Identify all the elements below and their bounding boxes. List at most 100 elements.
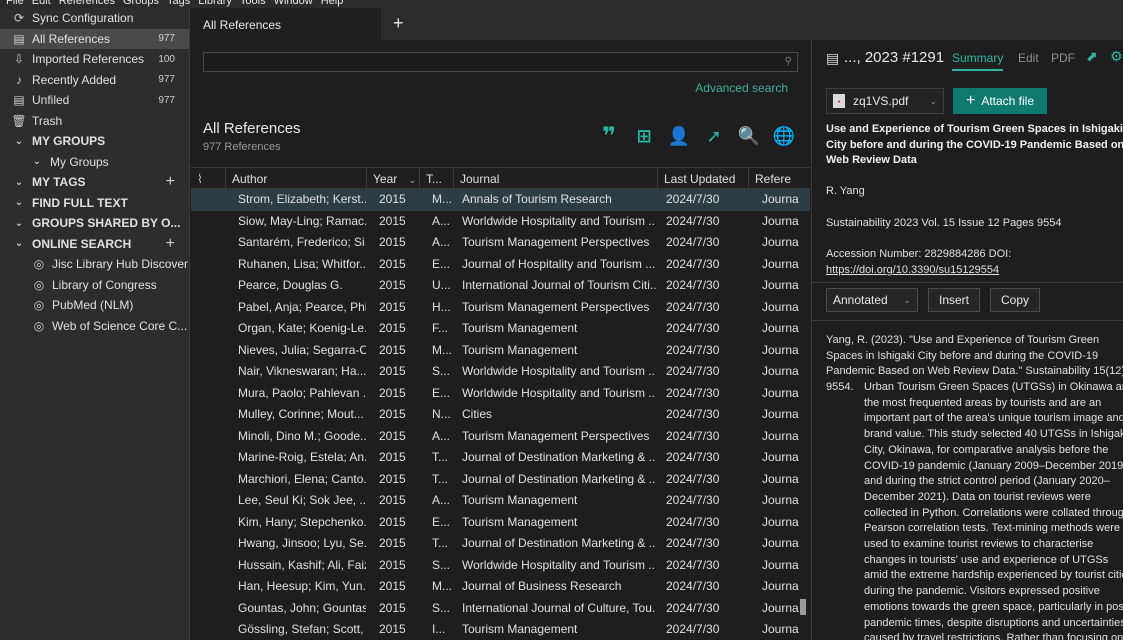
gear-icon[interactable]: ⚙ — [1110, 48, 1123, 65]
sidebar-item-recently-added[interactable]: ♪ Recently Added 977 — [0, 70, 189, 91]
table-row[interactable]: Mulley, Corinne; Mout... 2015 N... Cities 20… — [191, 404, 810, 426]
document-icon: ▤ — [13, 31, 25, 46]
sidebar-item-count: 977 — [158, 74, 175, 86]
share-user-icon[interactable]: 👤 — [667, 124, 691, 148]
search-icon: ⚲ — [784, 56, 792, 67]
sidebar-item-all-references[interactable]: ▤ All References 977 — [0, 28, 189, 49]
table-row[interactable]: Ruhanen, Lisa; Whitfor... 2015 E... Journal… — [191, 254, 810, 276]
add-to-group-icon[interactable]: ⊞ — [632, 124, 656, 148]
sidebar-item-online-jisc[interactable]: ◎ Jisc Library Hub Discover — [0, 254, 189, 275]
table-row[interactable]: Strom, Elizabeth; Kerst... 2015 M... Annals… — [191, 189, 810, 211]
cell-type: T... — [432, 471, 449, 486]
table-row[interactable]: Minoli, Dino M.; Goode... 2015 A... Tourism… — [191, 426, 810, 448]
table-row[interactable]: Siow, May-Ling; Ramac... 2015 A... Worldwid… — [191, 211, 810, 233]
new-tab-button[interactable]: + — [393, 13, 404, 34]
cell-updated: 2024/7/30 — [666, 364, 720, 378]
doi-link[interactable]: https://doi.org/10.3390/su15129554 — [826, 264, 999, 276]
open-external-icon[interactable]: ⬈ — [1086, 48, 1098, 65]
cell-journal: Annals of Tourism Research — [462, 192, 612, 206]
reference-title: Use and Experience of Tourism Green Spac… — [826, 123, 1123, 166]
add-tag-icon[interactable]: + — [166, 173, 175, 191]
menu-tags[interactable]: Tags — [167, 0, 190, 8]
author-column-header[interactable]: Author — [226, 168, 367, 190]
table-row[interactable]: Han, Heesup; Kim, Yun... 2015 M... Journal … — [191, 576, 810, 598]
plus-icon: + — [965, 92, 976, 109]
sidebar-section-my-groups[interactable]: ⌄ MY GROUPS — [0, 131, 189, 152]
tab-all-references[interactable]: All References — [191, 8, 381, 40]
sidebar-item-imported[interactable]: ⇩ Imported References 100 — [0, 49, 189, 70]
insert-button[interactable]: Insert — [928, 288, 981, 312]
sidebar-item-sync[interactable]: ⟳ Sync Configuration — [0, 8, 189, 29]
sidebar-item-my-groups[interactable]: ⌄ My Groups — [0, 152, 189, 173]
last-updated-column-header[interactable]: Last Updated — [658, 168, 749, 190]
table-row[interactable]: Hussain, Kashif; Ali, Faiz... 2015 S... Wor… — [191, 555, 810, 577]
paperclip-icon: ⌇ — [197, 172, 203, 186]
cell-year: 2015 — [379, 321, 406, 335]
menu-help[interactable]: Help — [321, 0, 344, 8]
table-row[interactable]: Mura, Paolo; Pahlevan ... 2015 E... Worldwi… — [191, 383, 810, 405]
sidebar: ⟳ Sync Configuration ▤ All References 97… — [0, 8, 190, 640]
menu-references[interactable]: References — [59, 0, 115, 8]
menu-edit[interactable]: Edit — [32, 0, 51, 8]
sidebar-item-unfiled[interactable]: ▤ Unfiled 977 — [0, 90, 189, 111]
year-column-header[interactable]: Year ⌄ — [367, 168, 420, 190]
cell-type: T... — [432, 450, 449, 464]
tab-summary[interactable]: Summary — [952, 51, 1004, 71]
type-column-header[interactable]: T... — [420, 168, 454, 190]
sidebar-section-my-tags[interactable]: ⌄ MY TAGS + — [0, 172, 189, 193]
sidebar-section-find-full-text[interactable]: ⌄ FIND FULL TEXT — [0, 193, 189, 214]
menu-library[interactable]: Library — [198, 0, 232, 8]
attachment-column-header[interactable]: ⌇ — [191, 168, 226, 190]
table-row[interactable]: Kim, Hany; Stepchenko... 2015 E... Tourism … — [191, 512, 810, 534]
table-row[interactable]: Marchiori, Elena; Canto... 2015 T... Journa… — [191, 469, 810, 491]
table-row[interactable]: Pabel, Anja; Pearce, Phil... 2015 H... Tour… — [191, 297, 810, 319]
sidebar-section-groups-shared[interactable]: ⌄ GROUPS SHARED BY O... — [0, 213, 189, 234]
add-online-search-icon[interactable]: + — [166, 235, 175, 253]
sidebar-item-count: 977 — [158, 94, 175, 106]
attach-file-button[interactable]: + Attach file — [953, 88, 1047, 114]
list-scrollbar[interactable] — [800, 599, 806, 615]
cell-updated: 2024/7/30 — [666, 428, 720, 443]
menu-groups[interactable]: Groups — [123, 0, 159, 8]
tab-edit[interactable]: Edit — [1018, 51, 1039, 65]
table-row[interactable]: Lee, Seul Ki; Sok Jee, ... 2015 A... Touris… — [191, 490, 810, 512]
table-row[interactable]: Gössling, Stefan; Scott, ... 2015 I... Tour… — [191, 619, 810, 640]
search-input[interactable]: ⚲ — [203, 52, 798, 72]
journal-column-header[interactable]: Journal — [454, 168, 658, 190]
menu-tools[interactable]: Tools — [240, 0, 266, 8]
table-row[interactable]: Hwang, Jinsoo; Lyu, Se... 2015 T... Journal… — [191, 533, 810, 555]
reference-type-column-header[interactable]: Refere — [749, 168, 810, 190]
advanced-search-link[interactable]: Advanced search — [695, 81, 788, 95]
sidebar-item-online-loc[interactable]: ◎ Library of Congress — [0, 275, 189, 296]
export-arrow-icon[interactable]: ➚ — [702, 124, 726, 148]
cell-author: Gössling, Stefan; Scott, ... — [238, 622, 366, 636]
table-row[interactable]: Nair, Vikneswaran; Ha... 2015 S... Worldwid… — [191, 361, 810, 383]
tab-pdf[interactable]: PDF — [1051, 51, 1075, 65]
insert-citation-icon[interactable]: ❞ — [597, 123, 621, 150]
sidebar-section-online-search[interactable]: ⌄ ONLINE SEARCH + — [0, 234, 189, 255]
find-pdf-icon[interactable]: 🔍 — [737, 124, 761, 148]
table-row[interactable]: Pearce, Douglas G. 2015 U... International … — [191, 275, 810, 297]
cell-journal: Worldwide Hospitality and Tourism ... — [462, 385, 656, 400]
cell-updated: 2024/7/30 — [666, 407, 720, 421]
table-row[interactable]: Santarém, Frederico; Si... 2015 A... Touris… — [191, 232, 810, 254]
sidebar-item-online-wos[interactable]: ◎ Web of Science Core C... — [0, 316, 189, 337]
cell-author: Nieves, Julia; Segarra-C... — [238, 342, 366, 357]
menu-bar: File Edit References Groups Tags Library Tools… — [0, 0, 1123, 8]
pdf-select[interactable]: ▪ zq1VS.pdf ⌄ — [826, 88, 944, 114]
online-globe-icon[interactable]: 🌐 — [772, 124, 796, 148]
table-row[interactable]: Gountas, John; Gountas... 2015 S... Interna… — [191, 598, 810, 620]
table-row[interactable]: Marine-Roig, Estela; An... 2015 T... Journa… — [191, 447, 810, 469]
menu-file[interactable]: File — [6, 0, 24, 8]
cell-type: S... — [432, 364, 451, 378]
copy-button[interactable]: Copy — [990, 288, 1041, 312]
sidebar-item-online-pubmed[interactable]: ◎ PubMed (NLM) — [0, 295, 189, 316]
cell-ref: Journa — [762, 557, 799, 572]
menu-window[interactable]: Window — [274, 0, 313, 8]
table-row[interactable]: Organ, Kate; Koenig-Le... 2015 F... Tourism… — [191, 318, 810, 340]
table-row[interactable]: Nieves, Julia; Segarra-C... 2015 M... Touri… — [191, 340, 810, 362]
sidebar-item-trash[interactable]: 🗑 Trash — [0, 111, 189, 132]
cell-type: A... — [432, 235, 451, 249]
citation-style-select[interactable]: Annotated ⌄ — [826, 288, 918, 312]
cell-author: Lee, Seul Ki; Sok Jee, ... — [238, 493, 366, 507]
